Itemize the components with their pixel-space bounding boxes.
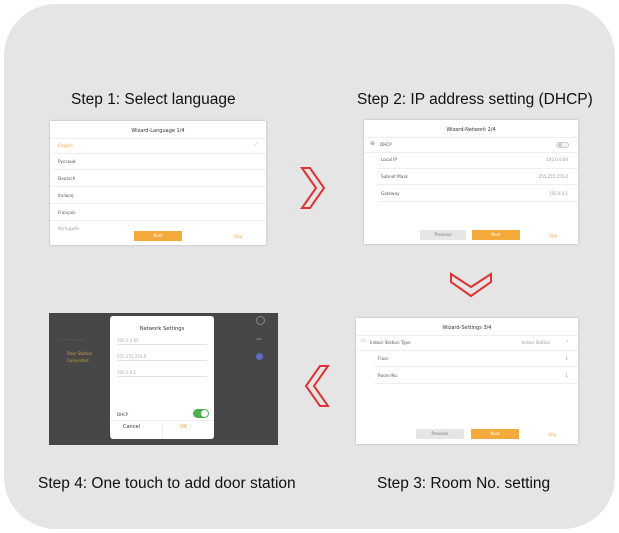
network-settings-dialog: Network Settings 192.0.0.65 255.255.255.… (110, 316, 214, 439)
network-wizard-screen: Wizard-Network 2/4 ⊕ DHCP Local IP 192.0… (364, 120, 578, 244)
dhcp-label: DHCP (117, 412, 129, 417)
step3-title: Step 3: Room No. setting (377, 475, 551, 492)
right-arrow-icon (300, 167, 326, 209)
gateway-field[interactable]: 192.0.0.1 (117, 368, 207, 377)
network-icon: ⊕ (370, 140, 376, 147)
status-dot-icon (256, 353, 263, 360)
dhcp-toggle[interactable] (193, 409, 209, 418)
subnet-mask-label: Subnet Mask (381, 174, 408, 179)
divider (374, 366, 578, 367)
subnet-mask-value[interactable]: 255.255.255.0 (539, 174, 568, 179)
indoor-station-type-value[interactable]: Indoor Station (522, 340, 550, 345)
divider (378, 184, 578, 185)
screen-title: Wizard-Language 1/4 (131, 128, 185, 134)
settings-wizard-screen: Wizard-Settings 3/4 ▭ Indoor Station Typ… (356, 318, 578, 444)
divider (378, 168, 578, 169)
next-button[interactable]: Next (471, 429, 519, 439)
chevron-right-icon[interactable]: › (566, 338, 568, 345)
divider (50, 169, 266, 170)
language-item[interactable]: Deutsch (58, 176, 75, 181)
dialog-title: Network Settings (139, 326, 185, 332)
divider (374, 383, 578, 384)
divider (50, 203, 266, 204)
local-ip-label: Local IP (381, 157, 397, 162)
next-button[interactable]: Next (472, 230, 520, 240)
left-arrow-icon (304, 365, 330, 407)
bg-status-label: Connected (67, 358, 89, 363)
screen-title: Wizard-Settings 3/4 (442, 325, 492, 331)
indoor-station-icon: ▭ (361, 338, 366, 344)
subnet-field[interactable]: 255.255.255.0 (117, 352, 207, 361)
language-item[interactable]: Русский (58, 159, 76, 164)
ok-button[interactable]: OK (180, 424, 187, 430)
step1-title: Step 1: Select language (71, 91, 236, 108)
previous-button[interactable]: Previous (416, 429, 464, 439)
divider (50, 138, 266, 139)
bg-list-item: — — — — — (59, 337, 85, 342)
previous-button[interactable]: Previous (420, 230, 466, 240)
bg-door-station-label: Door Station (67, 351, 93, 356)
skip-link[interactable]: Skip (234, 234, 243, 239)
divider (162, 420, 163, 439)
divider (356, 350, 578, 351)
divider (364, 137, 578, 138)
language-item[interactable]: Português (58, 226, 79, 231)
skip-link[interactable]: Skip (548, 432, 557, 437)
cancel-button[interactable]: Cancel (123, 424, 140, 430)
door-station-screen: — — — — — Door Station Connected Previou… (49, 313, 278, 445)
dhcp-toggle[interactable] (556, 142, 569, 148)
divider (50, 220, 266, 221)
next-button[interactable]: Next (134, 231, 182, 241)
language-item[interactable]: Italiano (58, 193, 74, 198)
divider (364, 152, 578, 153)
gateway-label: Gateway (381, 191, 400, 196)
skip-link[interactable]: Skip (549, 233, 558, 238)
bg-marker-icon (256, 338, 262, 340)
divider (378, 201, 578, 202)
down-arrow-icon (450, 272, 492, 298)
ip-field[interactable]: 192.0.0.65 (117, 336, 207, 345)
dhcp-label: DHCP (380, 142, 392, 147)
divider (50, 153, 266, 154)
check-icon: ✓ (254, 142, 259, 148)
floor-label: Floor (378, 356, 389, 361)
room-no-label: Room No. (378, 373, 399, 378)
local-ip-value[interactable]: 192.0.0.64 (546, 157, 568, 162)
step2-title: Step 2: IP address setting (DHCP) (357, 91, 593, 108)
refresh-icon[interactable] (256, 316, 265, 325)
language-item[interactable]: Français (58, 210, 75, 215)
indoor-station-type-label: Indoor Station Type (370, 340, 411, 345)
divider (356, 335, 578, 336)
language-item-selected[interactable]: English (58, 143, 73, 148)
step4-title: Step 4: One touch to add door station (38, 475, 296, 492)
floor-value[interactable]: 1 (565, 356, 568, 361)
gateway-value[interactable]: 192.0.0.1 (549, 191, 568, 196)
screen-title: Wizard-Network 2/4 (446, 127, 496, 133)
divider (50, 186, 266, 187)
language-wizard-screen: Wizard-Language 1/4 English ✓ Русский De… (50, 121, 266, 245)
background-panel (4, 4, 615, 529)
room-no-value[interactable]: 1 (565, 373, 568, 378)
